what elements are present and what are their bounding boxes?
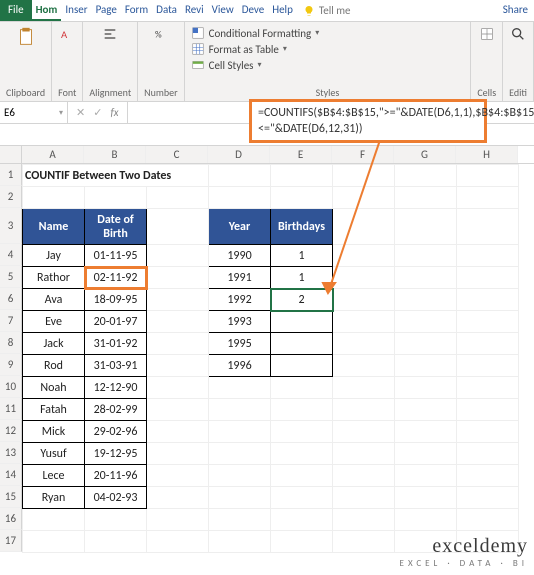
- formula-display: =COUNTIFS($B$4:$B$15,">="&DATE(D6,1,1),$…: [249, 99, 487, 143]
- callout-arrow: [0, 0, 534, 575]
